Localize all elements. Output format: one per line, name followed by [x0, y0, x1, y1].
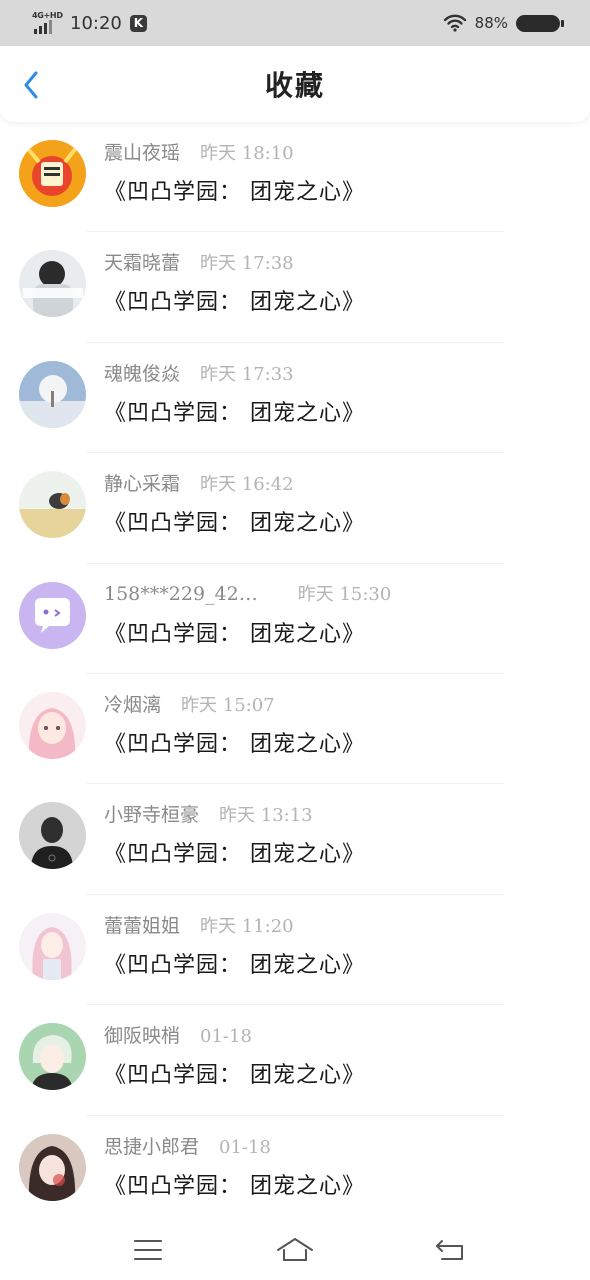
timestamp: 昨天 11:20 [200, 915, 294, 937]
back-button[interactable] [16, 70, 46, 100]
avatar[interactable] [19, 691, 86, 759]
battery-percent: 88% [474, 14, 508, 32]
timestamp: 昨天 18:10 [200, 143, 294, 164]
favorite-title[interactable]: 《凹凸学园： 团宠之心》 [104, 174, 365, 206]
list-item[interactable]: 冷烟漓 昨天 15:07 《凹凸学园： 团宠之心》 [0, 674, 590, 785]
item-meta: 158***229_42… 昨天 15:30 [104, 580, 391, 606]
clock: 10:20 [70, 12, 122, 34]
network-type: 4G+HD [32, 11, 63, 20]
username[interactable]: 御阪映梢 [104, 1021, 180, 1048]
list-item[interactable]: 小野寺桓豪 昨天 13:13 《凹凸学园： 团宠之心》 [0, 784, 590, 895]
list-item[interactable]: 蕾蕾姐姐 昨天 11:20 《凹凸学园： 团宠之心》 [0, 895, 590, 1006]
header: 收藏 [0, 46, 590, 122]
return-icon [436, 1240, 463, 1260]
favorites-list: 震山夜瑶 昨天 18:10 《凹凸学园： 团宠之心》 天霜晓蕾 昨天 17:38… [0, 122, 590, 1226]
menu-button[interactable] [128, 1234, 168, 1266]
list-item[interactable]: 天霜晓蕾 昨天 17:38 《凹凸学园： 团宠之心》 [0, 232, 590, 343]
favorite-title[interactable]: 《凹凸学园： 团宠之心》 [104, 505, 365, 537]
signal-icon: 4G+HD [32, 10, 63, 36]
favorite-title[interactable]: 《凹凸学园： 团宠之心》 [104, 616, 365, 648]
timestamp: 昨天 16:42 [200, 474, 294, 496]
favorite-title[interactable]: 《凹凸学园： 团宠之心》 [104, 395, 365, 427]
username[interactable]: 冷烟漓 [104, 690, 161, 717]
list-item[interactable]: 御阪映梢 01-18 《凹凸学园： 团宠之心》 [0, 1005, 590, 1116]
username[interactable]: 魂魄俊焱 [104, 359, 180, 386]
username[interactable]: 小野寺桓豪 [104, 800, 199, 827]
return-button[interactable] [430, 1234, 470, 1266]
item-meta: 思捷小郎君 01-18 [104, 1132, 271, 1159]
timestamp: 昨天 15:30 [297, 583, 392, 605]
list-item[interactable]: 思捷小郎君 01-18 《凹凸学园： 团宠之心》 [0, 1116, 590, 1226]
avatar[interactable] [19, 581, 86, 649]
favorite-title[interactable]: 《凹凸学园： 团宠之心》 [104, 1168, 365, 1200]
timestamp: 昨天 17:33 [200, 363, 294, 385]
item-meta: 震山夜瑶 昨天 18:10 [104, 138, 294, 165]
timestamp: 01-18 [219, 1136, 271, 1158]
timestamp: 01-18 [200, 1026, 252, 1048]
avatar[interactable] [19, 250, 86, 318]
system-nav-bar [0, 1220, 590, 1280]
timestamp: 昨天 17:38 [200, 253, 294, 275]
home-icon [277, 1238, 313, 1261]
avatar[interactable] [19, 1133, 86, 1201]
list-item[interactable]: 震山夜瑶 昨天 18:10 《凹凸学园： 团宠之心》 [0, 122, 590, 233]
timestamp: 昨天 15:07 [181, 694, 275, 716]
favorite-title[interactable]: 《凹凸学园： 团宠之心》 [104, 836, 365, 868]
menu-icon [134, 1240, 162, 1260]
item-meta: 御阪映梢 01-18 [104, 1021, 252, 1048]
page-title: 收藏 [264, 69, 325, 102]
favorite-title[interactable]: 《凹凸学园： 团宠之心》 [104, 284, 365, 316]
item-meta: 小野寺桓豪 昨天 13:13 [104, 800, 313, 827]
item-meta: 蕾蕾姐姐 昨天 11:20 [104, 911, 294, 938]
item-meta: 魂魄俊焱 昨天 17:33 [104, 359, 294, 386]
list-item[interactable]: 魂魄俊焱 昨天 17:33 《凹凸学园： 团宠之心》 [0, 343, 590, 454]
avatar[interactable] [19, 360, 86, 428]
item-meta: 静心采霜 昨天 16:42 [104, 469, 294, 496]
app-notification-icon: K [129, 14, 147, 32]
username[interactable]: 天霜晓蕾 [104, 248, 180, 275]
favorite-title[interactable]: 《凹凸学园： 团宠之心》 [104, 1057, 365, 1089]
battery-icon [516, 14, 564, 32]
username[interactable]: 158***229_42… [104, 583, 258, 605]
avatar[interactable] [19, 471, 86, 539]
status-bar-left: 4G+HD 10:20 K [32, 10, 147, 36]
username[interactable]: 静心采霜 [104, 469, 180, 496]
avatar[interactable] [19, 1023, 86, 1091]
home-button[interactable] [275, 1234, 315, 1266]
status-bar-right: 88% [443, 14, 564, 32]
avatar[interactable] [19, 140, 86, 207]
list-item[interactable]: 静心采霜 昨天 16:42 《凹凸学园： 团宠之心》 [0, 453, 590, 564]
status-bar: 4G+HD 10:20 K 88% [0, 0, 590, 46]
item-meta: 冷烟漓 昨天 15:07 [104, 690, 275, 717]
avatar[interactable] [19, 912, 86, 980]
favorite-title[interactable]: 《凹凸学园： 团宠之心》 [104, 726, 365, 758]
chevron-left-icon [24, 71, 38, 99]
list-item[interactable]: 158***229_42… 昨天 15:30 《凹凸学园： 团宠之心》 [0, 564, 590, 674]
favorite-title[interactable]: 《凹凸学园： 团宠之心》 [104, 947, 365, 979]
item-meta: 天霜晓蕾 昨天 17:38 [104, 248, 294, 275]
username[interactable]: 震山夜瑶 [104, 138, 180, 165]
timestamp: 昨天 13:13 [219, 805, 313, 827]
username[interactable]: 蕾蕾姐姐 [104, 911, 180, 938]
wifi-icon [443, 14, 467, 32]
username[interactable]: 思捷小郎君 [104, 1132, 199, 1159]
avatar[interactable] [19, 802, 86, 870]
